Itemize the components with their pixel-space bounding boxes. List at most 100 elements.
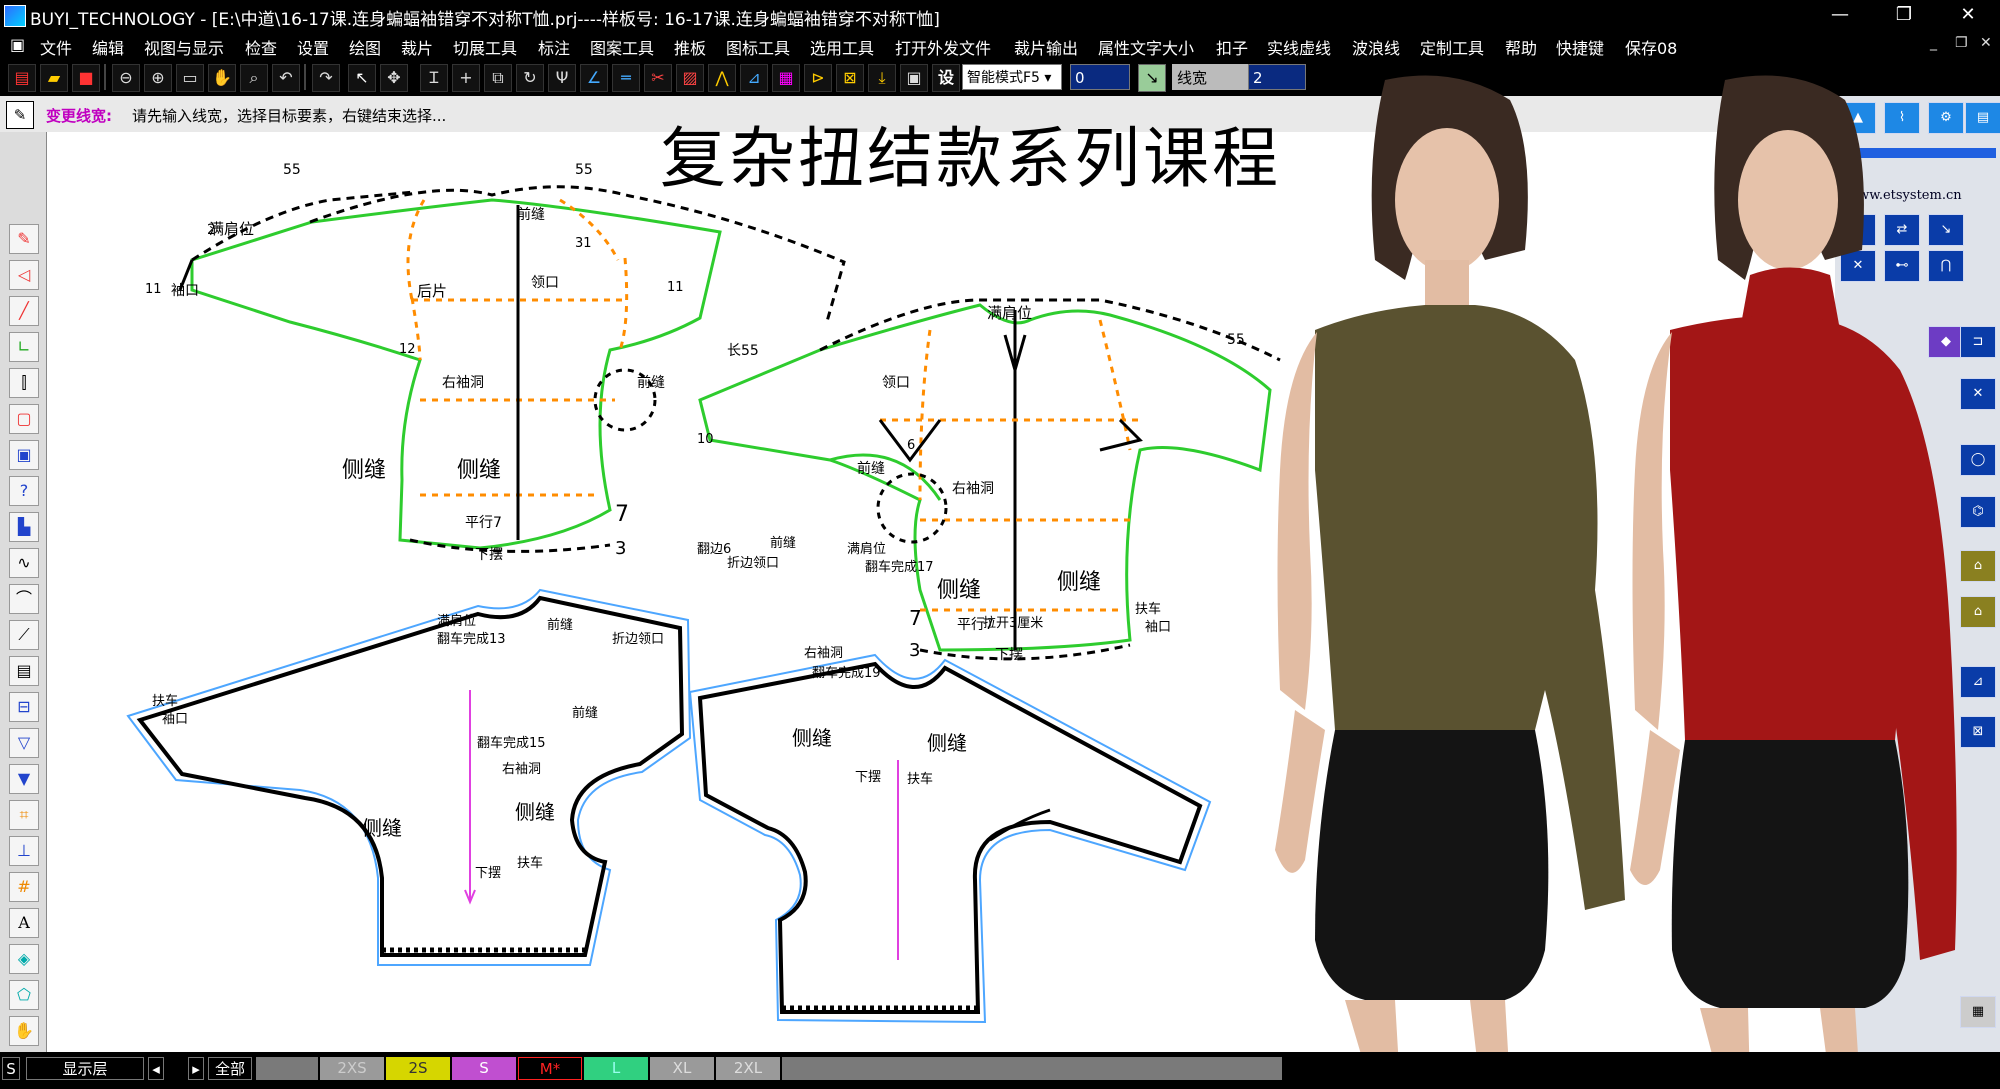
mdi-minimize-button[interactable]: _: [1930, 35, 1937, 51]
mode-select[interactable]: 智能模式F5 ▾: [962, 64, 1062, 90]
fork-icon[interactable]: Ψ: [548, 64, 576, 92]
menu-open-external[interactable]: 打开外发文件: [895, 35, 991, 59]
rect-tool-icon[interactable]: ▢: [9, 404, 39, 434]
bottom-right-pattern[interactable]: [688, 653, 1212, 1024]
menu-icon-tools[interactable]: 图标工具: [726, 35, 790, 59]
line-tool-icon[interactable]: ╱: [9, 296, 39, 326]
menu-line-style[interactable]: 实线虚线: [1267, 35, 1331, 59]
value-input[interactable]: 0: [1070, 64, 1130, 90]
confirm-icon[interactable]: ↘: [1138, 64, 1166, 92]
ruler-tool-icon[interactable]: ⌗: [9, 800, 39, 830]
text-tool-icon[interactable]: Ɪ: [420, 64, 448, 92]
menu-cut-piece[interactable]: 裁片: [401, 35, 433, 59]
rotate-icon[interactable]: ↻: [516, 64, 544, 92]
open-folder-icon[interactable]: ▰: [40, 64, 68, 92]
hatch-icon[interactable]: ▨: [676, 64, 704, 92]
minimize-button[interactable]: —: [1820, 3, 1860, 27]
grade-icon[interactable]: ⊠: [836, 64, 864, 92]
align-tool-icon[interactable]: ⊟: [9, 692, 39, 722]
menu-slash-spread[interactable]: 切展工具: [453, 35, 517, 59]
triangle-tool-icon[interactable]: ▼: [9, 764, 39, 794]
label-side-seam-2: 侧缝: [457, 458, 502, 483]
angle-line-icon[interactable]: ∠: [580, 64, 608, 92]
menu-wave-line[interactable]: 波浪线: [1352, 35, 1400, 59]
menu-piece-output[interactable]: 裁片输出: [1014, 35, 1078, 59]
menu-view[interactable]: 视图与显示: [144, 35, 224, 59]
mdi-restore-button[interactable]: ❐: [1955, 35, 1968, 51]
next-arrow-icon[interactable]: ▸: [188, 1057, 204, 1080]
split-tool-icon[interactable]: ⫿: [9, 368, 39, 398]
color-palette-icon[interactable]: ▦: [772, 64, 800, 92]
fit-window-icon[interactable]: ▭: [176, 64, 204, 92]
menu-edit[interactable]: 编辑: [92, 35, 124, 59]
menu-save08[interactable]: 保存08: [1625, 35, 1677, 59]
text-a-icon[interactable]: A: [9, 908, 39, 938]
tag-tool-icon[interactable]: ◈: [9, 944, 39, 974]
cut-line-icon[interactable]: ✂: [644, 64, 672, 92]
parallel-line-icon[interactable]: ═: [612, 64, 640, 92]
menu-custom-tools[interactable]: 定制工具: [1420, 35, 1484, 59]
menu-shortcuts[interactable]: 快捷键: [1556, 35, 1604, 59]
select-arrow-icon[interactable]: ↖: [348, 64, 376, 92]
bottom-left-pattern[interactable]: [126, 588, 692, 966]
menu-draw[interactable]: 绘图: [349, 35, 381, 59]
undo-icon[interactable]: ↶: [272, 64, 300, 92]
layer-select[interactable]: 显示层: [26, 1057, 144, 1080]
grid-icon[interactable]: ▣: [900, 64, 928, 92]
size-2xs[interactable]: 2XS: [320, 1057, 384, 1080]
crosshair-icon[interactable]: +: [452, 64, 480, 92]
all-sizes-button[interactable]: 全部: [208, 1057, 252, 1080]
corner-tool-icon[interactable]: ∟: [9, 332, 39, 362]
size-l[interactable]: L: [584, 1057, 648, 1080]
menu-settings[interactable]: 设置: [297, 35, 329, 59]
fill-tool-icon[interactable]: ▙: [9, 512, 39, 542]
box-tool-icon[interactable]: ▣: [9, 440, 39, 470]
notch-icon[interactable]: ⊳: [804, 64, 832, 92]
funnel-tool-icon[interactable]: ▽: [9, 728, 39, 758]
back-pattern[interactable]: [178, 185, 846, 553]
menu-annotate[interactable]: 标注: [538, 35, 570, 59]
menu-help[interactable]: 帮助: [1505, 35, 1537, 59]
menu-pattern-tools[interactable]: 图案工具: [590, 35, 654, 59]
menu-text-size[interactable]: 属性文字大小: [1098, 35, 1194, 59]
zoom-region-icon[interactable]: ⌕: [240, 64, 268, 92]
size-2xl[interactable]: 2XL: [716, 1057, 780, 1080]
pleat-icon[interactable]: ⤓: [868, 64, 896, 92]
menu-file[interactable]: 文件: [40, 35, 72, 59]
menu-select-tools[interactable]: 选用工具: [810, 35, 874, 59]
measure-icon[interactable]: ⊿: [740, 64, 768, 92]
pan-hand-icon[interactable]: ✋: [208, 64, 236, 92]
restore-button[interactable]: ❐: [1884, 3, 1924, 27]
menu-check[interactable]: 检查: [245, 35, 277, 59]
pen-tool-icon[interactable]: ✎: [9, 224, 39, 254]
menu-grading[interactable]: 推板: [674, 35, 706, 59]
mdi-close-button[interactable]: ✕: [1980, 35, 1992, 51]
close-button[interactable]: ✕: [1948, 3, 1988, 27]
mirror-icon[interactable]: ⧉: [484, 64, 512, 92]
menu-app-icon[interactable]: ▣: [10, 35, 25, 54]
size-s[interactable]: S: [452, 1057, 516, 1080]
arch-tool-icon[interactable]: ⌒: [9, 584, 39, 614]
shape-tool-icon[interactable]: ⬠: [9, 980, 39, 1010]
zoom-out-icon[interactable]: ⊖: [112, 64, 140, 92]
redo-icon[interactable]: ↷: [312, 64, 340, 92]
curve-tool-icon[interactable]: ∿: [9, 548, 39, 578]
size-xl[interactable]: XL: [650, 1057, 714, 1080]
hand-tool-icon[interactable]: ✋: [9, 1016, 39, 1046]
new-file-icon[interactable]: ▤: [8, 64, 36, 92]
help-tool-icon[interactable]: ?: [9, 476, 39, 506]
hash-tool-icon[interactable]: #: [9, 872, 39, 902]
dart-icon[interactable]: ⋀: [708, 64, 736, 92]
move-icon[interactable]: ✥: [380, 64, 408, 92]
settings-button[interactable]: 设: [932, 64, 960, 92]
zoom-in-icon[interactable]: ⊕: [144, 64, 172, 92]
axis-tool-icon[interactable]: ⊥: [9, 836, 39, 866]
disk-tool-icon[interactable]: ▤: [9, 656, 39, 686]
arc-tool-icon[interactable]: ◁: [9, 260, 39, 290]
menu-buttons[interactable]: 扣子: [1216, 35, 1248, 59]
diagonal-tool-icon[interactable]: ⟋: [9, 620, 39, 650]
size-m-base[interactable]: M*: [518, 1057, 582, 1080]
prev-arrow-icon[interactable]: ◂: [148, 1057, 164, 1080]
size-2s[interactable]: 2S: [386, 1057, 450, 1080]
save-icon[interactable]: ■: [72, 64, 100, 92]
